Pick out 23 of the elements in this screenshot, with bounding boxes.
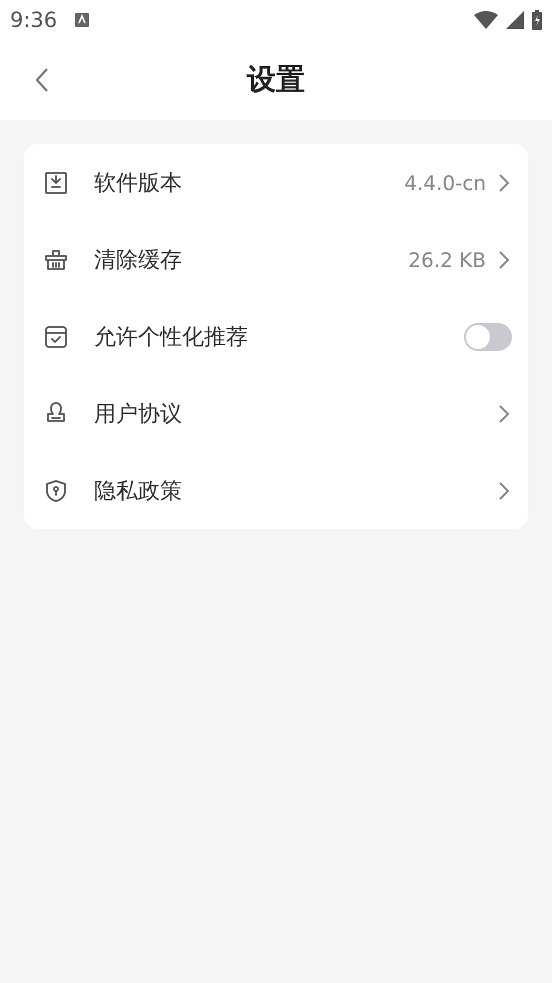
setting-value: 26.2 KB [408,248,486,272]
notification-icon [75,13,90,27]
setting-label: 清除缓存 [94,246,182,274]
basket-icon [44,248,68,272]
chevron-left-icon[interactable] [35,67,49,93]
chevron-right-icon[interactable] [498,404,510,424]
setting-label: 用户协议 [94,400,182,428]
setting-label: 软件版本 [94,170,182,198]
setting-label: 允许个性化推荐 [94,324,248,352]
setting-label: 隐私政策 [94,478,182,506]
status-time: 9:36 [10,8,58,32]
chevron-right-icon[interactable] [498,250,510,270]
battery-icon [532,10,542,30]
download-box-icon [44,170,68,194]
chevron-right-icon[interactable] [498,172,510,192]
chevron-right-icon[interactable] [498,480,510,500]
wifi-icon [474,11,498,29]
page-title: 设置 [247,61,305,98]
checked-box-icon [44,324,68,348]
setting-value: 4.4.0-cn [404,170,486,194]
shield-icon [44,478,68,502]
toggle-switch[interactable] [464,322,512,350]
signal-icon [506,11,524,29]
